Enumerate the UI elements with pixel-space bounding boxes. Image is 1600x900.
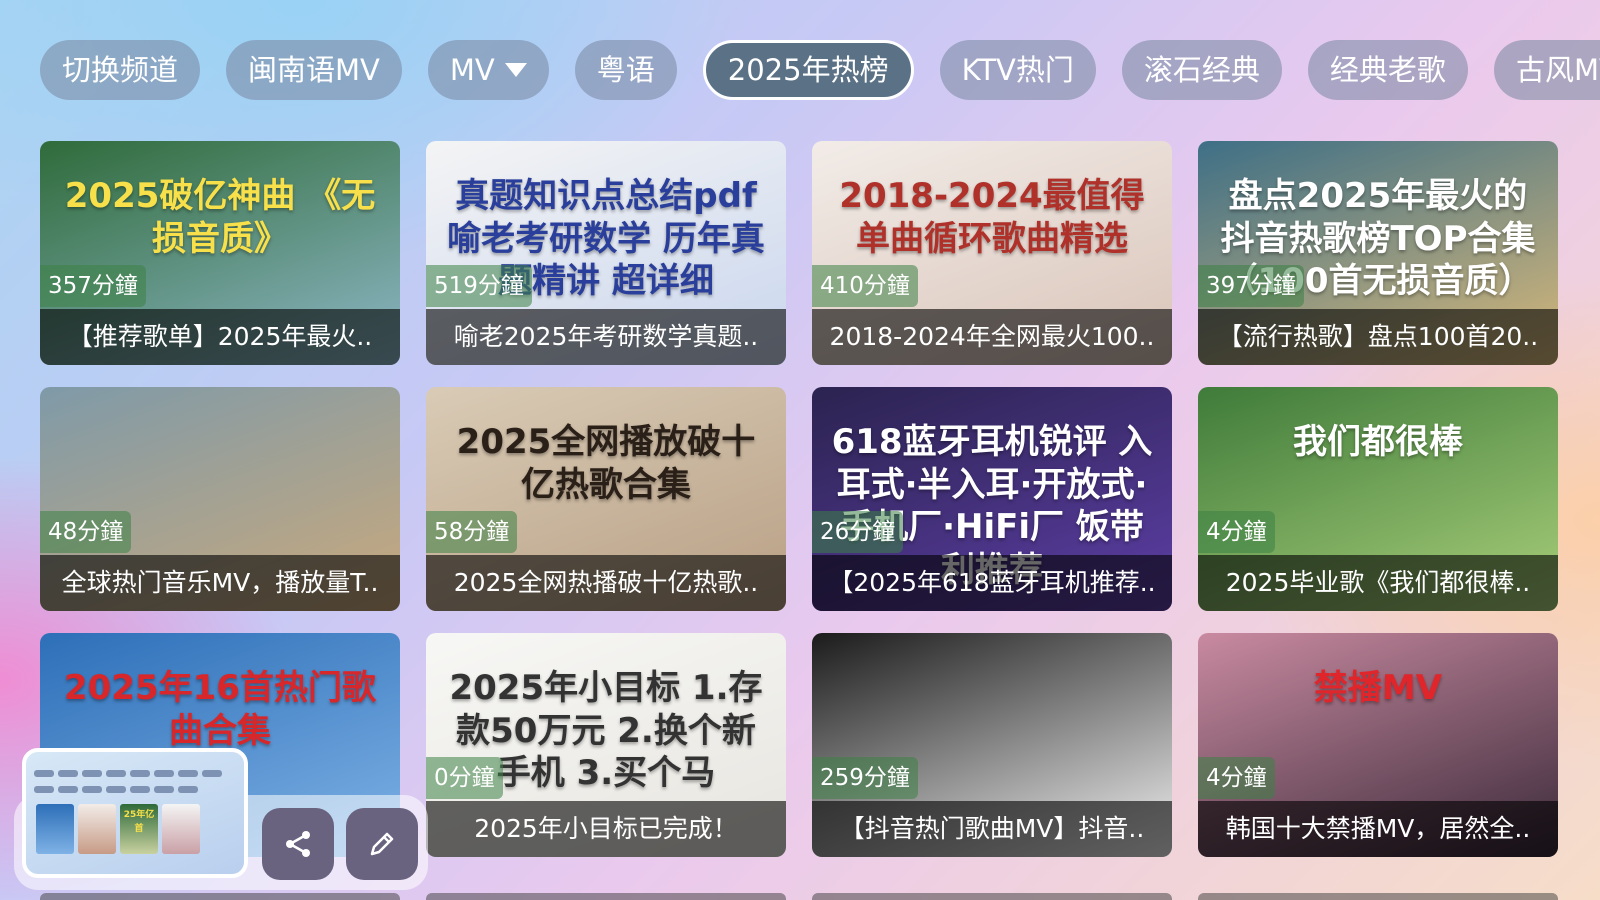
screen-preview-thumbnail[interactable]: 25年亿首	[22, 748, 248, 878]
video-card[interactable]: 2025年小目标 1.存款50万元 2.换个新手机 3.买个马 0分鐘 2025年小…	[426, 633, 786, 857]
video-title: 全球热门音乐MV，播放量T..	[40, 555, 400, 611]
duration-badge: 259分鐘	[812, 757, 918, 799]
tab-item[interactable]: 粤语	[574, 40, 677, 100]
video-card[interactable]: 禁播MV 4分鐘 韩国十大禁播MV，居然全..	[1198, 633, 1558, 857]
share-icon	[286, 831, 310, 857]
video-card[interactable]: 我们都很棒 4分鐘 2025毕业歌《我们都很棒..	[1198, 387, 1558, 611]
video-title: 韩国十大禁播MV，居然全..	[1198, 801, 1558, 857]
duration-badge: 58分鐘	[426, 511, 518, 553]
tab-item[interactable]: 滚石经典	[1121, 40, 1282, 100]
preview-card	[36, 804, 74, 854]
tab-label: 粤语	[596, 53, 655, 87]
duration-badge: 397分鐘	[1198, 265, 1304, 307]
tab-label: 切换频道	[62, 53, 179, 87]
thumbnail-text: 2025年16首热门歌曲合集	[64, 668, 376, 751]
filter-icon	[504, 63, 527, 77]
tab-label: 闽南语MV	[248, 53, 380, 87]
preview-card	[78, 804, 116, 854]
video-title: 【2025年618蓝牙耳机推荐..	[812, 555, 1172, 611]
duration-badge: 4分鐘	[1198, 757, 1275, 799]
video-title: 2025年小目标已完成！	[426, 801, 786, 857]
thumbnail-text: 2018-2024最值得单曲循环歌曲精选	[839, 176, 1145, 259]
tab-label: 滚石经典	[1143, 53, 1260, 87]
video-card[interactable]: 盘点2025年最火的 抖音热歌榜TOP合集 （100首无损音质） 397分鐘 【流行…	[1198, 141, 1558, 365]
video-title: 2025全网热播破十亿热歌..	[426, 555, 786, 611]
video-card[interactable]: 618蓝牙耳机锐评 入耳式·半入耳·开放式·手机厂·HiFi厂 饭带利推荐26分…	[812, 387, 1172, 611]
video-card[interactable]: 48分鐘 全球热门音乐MV，播放量T..	[40, 387, 400, 611]
pencil-icon	[370, 832, 394, 856]
thumbnail-text: 2025破亿神曲 《无损音质》	[64, 176, 376, 259]
tab-label: KTV热门	[961, 53, 1074, 87]
video-card[interactable]: 2025全网播放破十亿热歌合集 58分鐘 2025全网热播破十亿热歌..	[426, 387, 786, 611]
video-title: 喻老2025年考研数学真题..	[426, 309, 786, 365]
tab-active[interactable]: 2025年热榜	[702, 40, 914, 100]
video-title: 【推荐歌单】2025年最火..	[40, 309, 400, 365]
tab-item[interactable]: 闽南语MV	[226, 40, 402, 100]
video-title: 【抖音热门歌曲MV】抖音..	[812, 801, 1172, 857]
tab-item[interactable]: MV	[427, 40, 549, 100]
video-card[interactable]: 259分鐘 【抖音热门歌曲MV】抖音..	[812, 633, 1172, 857]
preview-tab-row	[34, 786, 198, 793]
tab-item[interactable]: 古风MV	[1493, 40, 1600, 100]
video-title: 2018-2024年全网最火100..	[812, 309, 1172, 365]
video-card[interactable]: 2018-2024最值得单曲循环歌曲精选 410分鐘 2018-2024年全网最火1…	[812, 141, 1172, 365]
video-title: 2025毕业歌《我们都很棒..	[1198, 555, 1558, 611]
preview-card: 25年亿首	[120, 804, 158, 854]
video-title: 【流行热歌】盘点100首20..	[1198, 309, 1558, 365]
video-card[interactable]: 真题知识点总结pdf 喻老考研数学 历年真题精讲 超详细 519分鐘 喻老2025年…	[426, 141, 786, 365]
thumbnail-text: 禁播MV	[1313, 668, 1443, 708]
tab-label: 2025年热榜	[727, 53, 889, 87]
category-tab-bar: 切换频道 闽南语MV MV 粤语 2025年热榜 KTV热门 滚石经典 经典老歌 古风MV	[40, 40, 1600, 100]
duration-badge: 357分鐘	[40, 265, 146, 307]
tab-item[interactable]: 经典老歌	[1307, 40, 1468, 100]
next-row-peek	[1198, 893, 1558, 900]
next-row-peek	[426, 893, 786, 900]
edit-button[interactable]	[346, 808, 418, 880]
tab-label: 古风MV	[1515, 53, 1600, 87]
tab-label: 经典老歌	[1329, 53, 1446, 87]
next-row-peek	[40, 893, 400, 900]
duration-badge: 48分鐘	[40, 511, 132, 553]
next-row-peek	[812, 893, 1172, 900]
thumbnail-text: 2025全网播放破十亿热歌合集	[456, 422, 756, 505]
tab-item[interactable]: 切换频道	[40, 40, 201, 100]
tab-label: MV	[449, 53, 495, 87]
preview-card	[162, 804, 200, 854]
duration-badge: 4分鐘	[1198, 511, 1275, 553]
duration-badge: 519分鐘	[426, 265, 532, 307]
duration-badge: 410分鐘	[812, 265, 918, 307]
tab-item[interactable]: KTV热门	[939, 40, 1096, 100]
thumbnail-text: 我们都很棒	[1293, 422, 1463, 462]
duration-badge: 0分鐘	[426, 757, 503, 799]
share-button[interactable]	[262, 808, 334, 880]
video-card[interactable]: 2025破亿神曲 《无损音质》 357分鐘 【推荐歌单】2025年最火..	[40, 141, 400, 365]
preview-tab-row	[34, 770, 222, 777]
duration-badge: 26分鐘	[812, 511, 904, 553]
